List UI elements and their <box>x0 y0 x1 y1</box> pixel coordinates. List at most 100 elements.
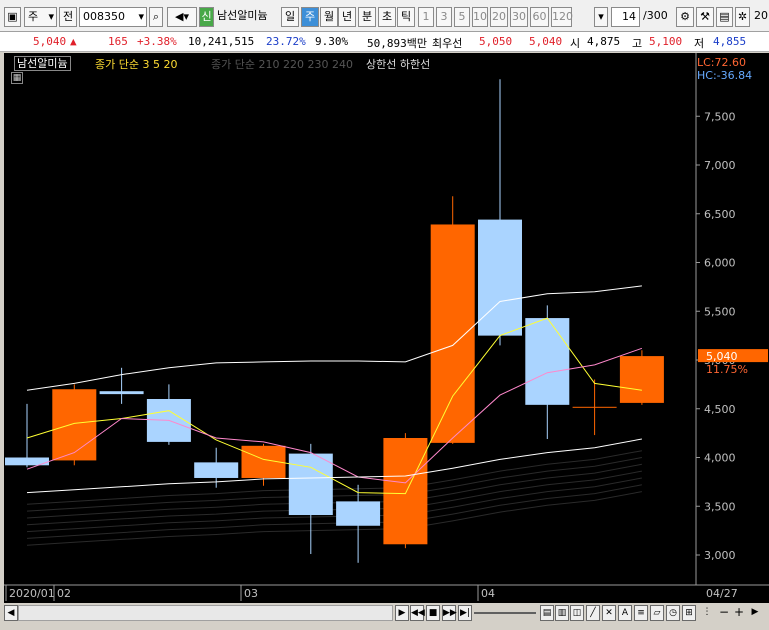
hc-label: HC:-36.84 <box>697 69 753 82</box>
chevron-down-icon[interactable]: ▾ <box>594 7 608 27</box>
tab-period-3[interactable]: 년 <box>338 7 356 27</box>
candle-body <box>572 406 617 408</box>
candle-icon[interactable]: ▥ <box>555 605 569 621</box>
price-chart[interactable]: 7,5007,0006,5006,0005,5005,0004,5004,000… <box>4 53 769 603</box>
tab-period-4[interactable]: 분 <box>358 7 376 27</box>
text-tool-icon[interactable]: A <box>618 605 632 621</box>
current-price-label: 5,040 <box>706 350 738 363</box>
fast-forward-icon[interactable]: ▶▶ <box>442 605 457 621</box>
low-label: 저 <box>694 37 705 50</box>
x-tick-label: 2020/01 <box>9 587 55 600</box>
zoom-out-icon[interactable]: − <box>717 605 731 621</box>
right-edge-text: 20 <box>754 9 768 22</box>
candle-body <box>430 224 475 443</box>
cross-icon[interactable]: ✕ <box>602 605 616 621</box>
speaker-icon[interactable]: ◀▾ <box>167 7 197 27</box>
rewind-icon[interactable]: ◀◀ <box>410 605 425 621</box>
long-ma-band <box>26 491 642 546</box>
stock-name: 남선알미늄 <box>217 9 268 22</box>
interval-button-3[interactable]: 3 <box>436 7 452 27</box>
x-end-label: 04/27 <box>706 587 738 600</box>
prev-button[interactable]: 전 <box>59 7 77 27</box>
x-tick-label: 03 <box>244 587 258 600</box>
chevron-down-icon: ▾ <box>48 10 54 23</box>
y-tick-label: 5,500 <box>704 305 736 318</box>
count-input[interactable]: 14 <box>611 7 640 27</box>
interval-button-30[interactable]: 30 <box>510 7 528 27</box>
candle-body <box>99 391 144 395</box>
search-icon[interactable]: ⌕ <box>149 7 163 27</box>
tool-icon[interactable]: ⚒ <box>696 7 714 27</box>
channel-icon[interactable]: ▱ <box>650 605 664 621</box>
scroll-left-icon[interactable]: ◀ <box>4 605 18 621</box>
stop-icon[interactable]: ■ <box>426 605 440 621</box>
y-tick-label: 7,000 <box>704 159 736 172</box>
end-icon[interactable]: ▶| <box>458 605 472 621</box>
zoom-in-icon[interactable]: + <box>732 605 746 621</box>
drag-handle-icon[interactable]: ⋮ <box>700 605 714 621</box>
quote-bar: 5,040 ▲ 165 +3.38% 10,241,515 23.72% 9.3… <box>0 32 769 52</box>
tab-period-0[interactable]: 일 <box>281 7 299 27</box>
y-tick-label: 4,500 <box>704 403 736 416</box>
interval-button-5[interactable]: 5 <box>454 7 470 27</box>
scroll-right-icon[interactable]: ▶ <box>748 605 762 621</box>
layout-icon[interactable]: ▣ <box>4 7 21 27</box>
tab-period-2[interactable]: 월 <box>320 7 338 27</box>
low-price: 4,855 <box>713 35 747 48</box>
high-label: 고 <box>632 37 643 50</box>
turnover-pct: 23.72% <box>266 35 306 48</box>
tab-period-6[interactable]: 틱 <box>397 7 415 27</box>
market-select[interactable]: 주 ▾ <box>24 7 57 27</box>
trade-amount: 50,893백만 <box>367 37 427 50</box>
tab-period-5[interactable]: 초 <box>378 7 396 27</box>
grid-icon[interactable]: ▦ <box>11 72 23 84</box>
interval-button-1[interactable]: 1 <box>418 7 434 27</box>
draw-line-icon[interactable]: ╱ <box>586 605 600 621</box>
interval-button-120[interactable]: 120 <box>551 7 573 27</box>
y-tick-label: 3,000 <box>704 549 736 562</box>
play-icon[interactable]: ▶ <box>395 605 409 621</box>
volume: 10,241,515 <box>188 35 255 48</box>
period-icon[interactable]: ◷ <box>666 605 680 621</box>
candle-body <box>478 219 522 336</box>
credit-badge: 신 <box>199 7 214 27</box>
legend-ma-long: 종가 단순 210 220 230 240 <box>211 58 353 71</box>
chart-navigation: ◀ ▶ ◀◀ ■ ▶▶ ▶| ▤ ▥ ◫ ╱ ✕ A ≡ ▱ ◷ ⊞ ⋮ − +… <box>0 603 769 630</box>
zoom-slider[interactable] <box>474 612 536 614</box>
pct2: 9.30% <box>315 35 349 48</box>
chart-plot-svg[interactable]: 7,5007,0006,5006,0005,5005,0004,5004,000… <box>4 53 769 603</box>
bid-price: 5,040 <box>529 35 563 48</box>
y-tick-label: 7,500 <box>704 110 736 123</box>
y-tick-label: 3,500 <box>704 500 736 513</box>
open-label: 시 <box>570 37 581 50</box>
screen-icon[interactable]: ▤ <box>716 7 733 27</box>
interval-button-20[interactable]: 20 <box>490 7 508 27</box>
count-max: /300 <box>643 9 668 22</box>
candle-body <box>383 438 428 545</box>
chart-type-icon[interactable]: ▤ <box>540 605 554 621</box>
lc-label: LC:72.60 <box>697 56 747 69</box>
legend-stock-name: 남선알미늄 <box>14 56 71 71</box>
price-change-pct: +3.38% <box>137 35 177 48</box>
up-arrow-icon: ▲ <box>70 35 77 48</box>
layout-grid-icon[interactable]: ⊞ <box>682 605 696 621</box>
interval-button-10[interactable]: 10 <box>472 7 488 27</box>
legend-limits: 상한선 하한선 <box>366 58 431 71</box>
tab-period-1[interactable]: 주 <box>301 7 319 27</box>
x-tick-label: 04 <box>481 587 495 600</box>
price-change: 165 <box>108 35 128 48</box>
horizontal-scrollbar[interactable] <box>18 605 393 621</box>
candle-body <box>525 318 570 405</box>
settings-gear-icon[interactable]: ✲ <box>735 7 750 27</box>
x-tick-label: 02 <box>57 587 71 600</box>
config-icon[interactable]: ⚙ <box>676 7 694 27</box>
market-label: 주 <box>28 10 39 23</box>
fib-icon[interactable]: ≡ <box>634 605 648 621</box>
legend-ma-price: 종가 단순 3 5 20 <box>95 58 178 71</box>
interval-button-60[interactable]: 60 <box>530 7 549 27</box>
high-price: 5,100 <box>649 35 683 48</box>
chart-toolbar: ▣ 주 ▾ 전 008350 ▾ ⌕ ◀▾ 신 남선알미늄 일주월년분초틱 1351… <box>0 0 769 32</box>
stock-code-input[interactable]: 008350 ▾ <box>79 7 147 27</box>
candle-body <box>336 501 381 526</box>
compare-icon[interactable]: ◫ <box>570 605 584 621</box>
